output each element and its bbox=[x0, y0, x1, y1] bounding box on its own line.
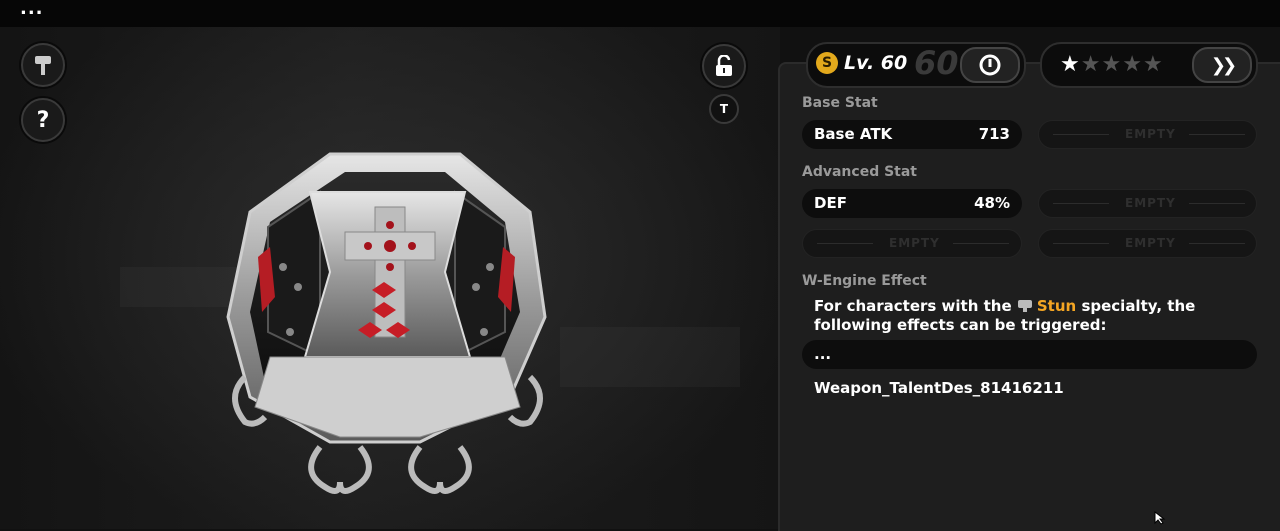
effect-collapsed-label: ... bbox=[814, 345, 832, 363]
weapon-type-button[interactable] bbox=[21, 43, 65, 87]
double-chevron-icon: ❯❯ bbox=[1210, 54, 1237, 76]
stun-specialty-icon bbox=[1017, 300, 1032, 312]
base-stat-name: Base ATK bbox=[814, 125, 893, 143]
mouse-cursor-icon bbox=[1154, 511, 1166, 525]
empty-label: EMPTY bbox=[1125, 196, 1176, 210]
w-engine-viewport bbox=[0, 27, 780, 529]
empty-divider bbox=[1189, 243, 1245, 244]
level-up-button[interactable] bbox=[960, 47, 1020, 83]
advanced-stat-value: 48% bbox=[974, 194, 1010, 212]
base-stat-value: 713 bbox=[978, 125, 1010, 143]
effect-specialty-highlight: Stun bbox=[1036, 297, 1077, 315]
empty-stat-slot: EMPTY bbox=[802, 229, 1022, 258]
star-icon: ★ bbox=[1101, 52, 1123, 77]
base-stat-row: Base ATK 713 bbox=[802, 120, 1022, 149]
empty-label: EMPTY bbox=[1125, 236, 1176, 250]
star-icon: ★ bbox=[1122, 52, 1143, 77]
tag-button[interactable]: T bbox=[709, 94, 739, 124]
w-engine-model bbox=[226, 152, 547, 494]
top-bar: ... bbox=[0, 0, 1280, 27]
rarity-box: ★★★★★ ❯❯ bbox=[1040, 42, 1258, 88]
menu-button[interactable]: ... bbox=[20, 0, 44, 19]
coin-icon: S bbox=[816, 52, 838, 74]
empty-divider bbox=[817, 243, 873, 244]
star-icon: ★ bbox=[1142, 52, 1164, 77]
star-icon: ★ bbox=[1060, 52, 1081, 77]
empty-stat-slot: EMPTY bbox=[1038, 229, 1257, 258]
advanced-stat-row: DEF 48% bbox=[802, 189, 1022, 218]
level-box: S Lv. 60 60 bbox=[806, 42, 1026, 88]
empty-divider bbox=[1053, 203, 1109, 204]
advanced-stat-name: DEF bbox=[814, 194, 847, 212]
level-max: 60 bbox=[914, 44, 959, 82]
star-rating: ★★★★★ bbox=[1060, 52, 1164, 77]
empty-label: EMPTY bbox=[889, 236, 940, 250]
level-label: Lv. 60 bbox=[844, 52, 908, 74]
engine-effect-title: W-Engine Effect bbox=[802, 273, 927, 289]
effect-collapsed-row[interactable]: ... bbox=[802, 340, 1257, 369]
advanced-stat-title: Advanced Stat bbox=[802, 164, 918, 180]
upgrade-next-button[interactable]: ❯❯ bbox=[1192, 47, 1252, 83]
level-up-icon bbox=[979, 54, 1001, 76]
empty-label: EMPTY bbox=[1125, 127, 1176, 141]
engine-effect-description: For characters with the Stun specialty, … bbox=[814, 297, 1244, 335]
help-button[interactable]: ? bbox=[21, 98, 65, 142]
hammer-icon bbox=[35, 56, 51, 75]
empty-divider bbox=[1053, 134, 1109, 135]
empty-divider bbox=[1053, 243, 1109, 244]
lock-button[interactable] bbox=[702, 44, 746, 88]
effect-text-before: For characters with the bbox=[814, 297, 1017, 315]
empty-divider bbox=[953, 243, 1009, 244]
talent-description: Weapon_TalentDes_81416211 bbox=[814, 379, 1064, 397]
empty-stat-slot: EMPTY bbox=[1038, 120, 1257, 149]
question-icon: ? bbox=[36, 107, 50, 133]
unlock-icon bbox=[716, 55, 732, 76]
empty-divider bbox=[1189, 134, 1245, 135]
tag-label: T bbox=[719, 102, 729, 116]
base-stat-title: Base Stat bbox=[802, 95, 878, 111]
empty-stat-slot: EMPTY bbox=[1038, 189, 1257, 218]
empty-divider bbox=[1189, 203, 1245, 204]
star-icon: ★ bbox=[1080, 52, 1102, 77]
